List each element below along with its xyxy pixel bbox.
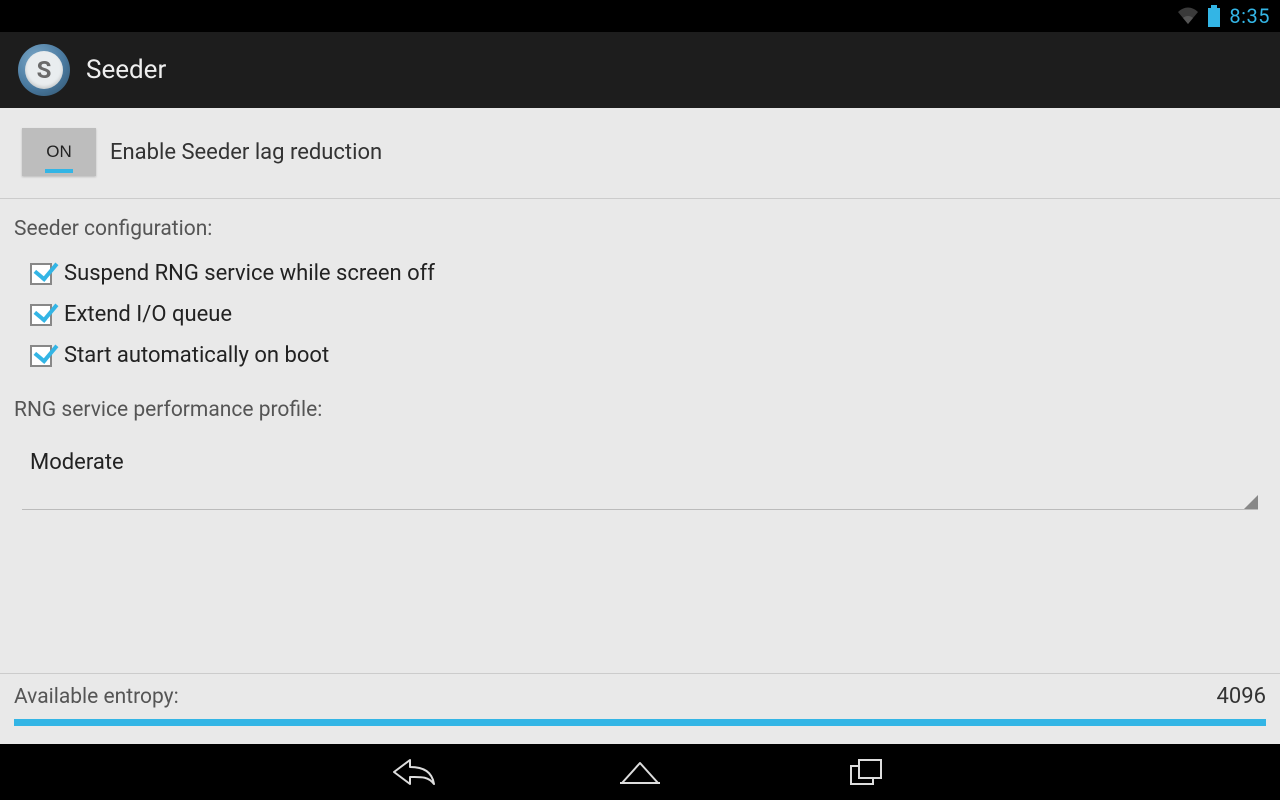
back-button[interactable] xyxy=(386,752,442,792)
config-section: Seeder configuration: Suspend RNG servic… xyxy=(0,199,1280,376)
enable-toggle-row: ON Enable Seeder lag reduction xyxy=(0,108,1280,199)
enable-toggle[interactable]: ON xyxy=(22,128,96,176)
navigation-bar xyxy=(0,744,1280,800)
content: ON Enable Seeder lag reduction Seeder co… xyxy=(0,108,1280,744)
action-bar: S Seeder xyxy=(0,32,1280,108)
entropy-value: 4096 xyxy=(1217,684,1266,709)
checkbox-suspend[interactable] xyxy=(30,263,52,285)
config-item-boot[interactable]: Start automatically on boot xyxy=(14,335,1266,376)
status-bar: 8:35 xyxy=(0,0,1280,32)
toggle-state: ON xyxy=(46,142,72,162)
config-item-label: Start automatically on boot xyxy=(64,343,329,368)
config-item-extend[interactable]: Extend I/O queue xyxy=(14,294,1266,335)
home-button[interactable] xyxy=(612,752,668,792)
enable-toggle-label: Enable Seeder lag reduction xyxy=(110,140,382,165)
profile-value: Moderate xyxy=(30,450,124,475)
config-item-label: Suspend RNG service while screen off xyxy=(64,261,435,286)
checkbox-extend[interactable] xyxy=(30,304,52,326)
recent-apps-button[interactable] xyxy=(838,752,894,792)
profile-spinner[interactable]: Moderate xyxy=(22,436,1258,510)
battery-icon xyxy=(1207,5,1221,27)
entropy-label: Available entropy: xyxy=(14,685,179,709)
entropy-progress-bar xyxy=(14,719,1266,726)
status-clock: 8:35 xyxy=(1229,4,1270,28)
config-item-suspend[interactable]: Suspend RNG service while screen off xyxy=(14,253,1266,294)
config-title: Seeder configuration: xyxy=(14,217,1266,241)
app-title: Seeder xyxy=(86,55,166,85)
app-icon: S xyxy=(18,44,70,96)
config-item-label: Extend I/O queue xyxy=(64,302,232,327)
checkbox-boot[interactable] xyxy=(30,345,52,367)
wifi-icon xyxy=(1177,7,1199,25)
profile-title: RNG service performance profile: xyxy=(0,376,1280,422)
entropy-section: Available entropy: 4096 xyxy=(0,673,1280,744)
